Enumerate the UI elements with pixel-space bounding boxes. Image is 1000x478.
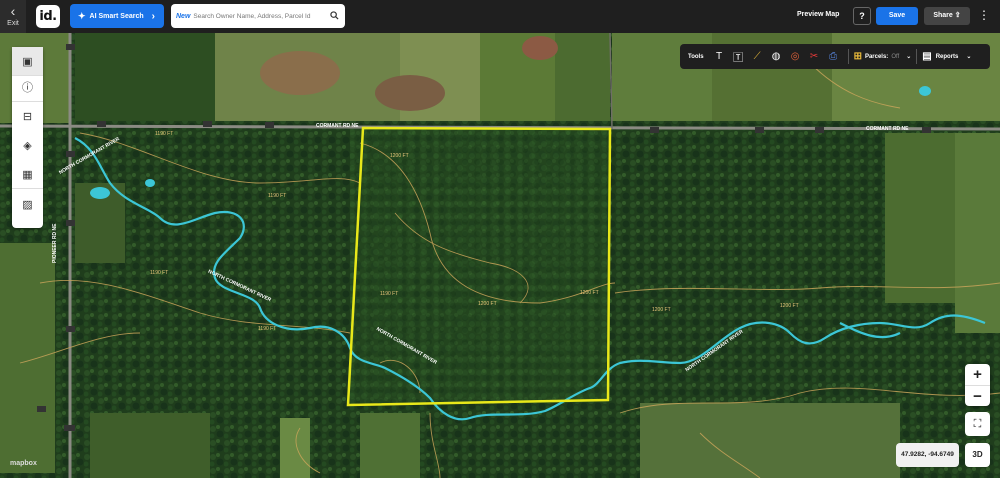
road-label: CORMANT RD NE: [866, 126, 909, 132]
share-icon: ⇪: [954, 12, 961, 19]
3d-toggle-button[interactable]: 3D: [965, 443, 990, 467]
parcels-state: Off: [891, 53, 900, 60]
chevron-down-icon: ⌄: [966, 54, 972, 60]
globe-icon[interactable]: ◍: [767, 51, 786, 62]
app-logo[interactable]: id.: [36, 5, 60, 28]
tools-bar: Tools T 🅃 ⟋ ◍ ◎ ✂ ⎙ ⊞ Parcels: Off ⌄ ▤ R…: [680, 44, 990, 69]
contour-label: 1190 FT: [150, 270, 169, 276]
contour-label: 1200 FT: [580, 290, 599, 296]
preview-map-button[interactable]: Preview Map: [797, 11, 839, 18]
buildings-icon[interactable]: ▦: [12, 160, 43, 188]
exit-button[interactable]: ‹ Exit: [0, 0, 26, 33]
document-icon: ▤: [922, 51, 932, 62]
save-button[interactable]: Save: [876, 7, 918, 25]
scissors-icon[interactable]: ✂: [805, 51, 824, 62]
contour-label: 1200 FT: [780, 303, 799, 309]
reports-dropdown[interactable]: ▤ Reports ⌄: [922, 51, 971, 62]
parcels-label: Parcels:: [864, 53, 889, 60]
sparkle-icon: ✦: [78, 10, 86, 21]
chevron-down-icon: ⌄: [906, 54, 912, 60]
road-label: PIONEER RD NE: [52, 223, 58, 263]
contour-label: 1190 FT: [155, 131, 174, 137]
contour-label: 1190 FT: [258, 326, 277, 332]
stack-layers-icon[interactable]: ◈: [12, 131, 43, 159]
contour-label: 1200 FT: [478, 301, 497, 307]
map-canvas[interactable]: CORMANT RD NE CORMANT RD NE PIONEER RD N…: [0, 33, 1000, 478]
exit-label: Exit: [7, 20, 19, 27]
left-toolbar: ▣ ⓘ ⊟ ◈ ▦ ▨: [12, 47, 43, 228]
coordinates-display: 47.9282, -94.6749: [896, 443, 959, 467]
new-badge: New: [176, 12, 191, 20]
image-icon[interactable]: ▨: [12, 190, 43, 218]
parcels-icon: ⊞: [853, 51, 862, 62]
satellite-map: [0, 33, 1000, 478]
search-input[interactable]: Search Owner Name, Address, Parcel Id: [193, 13, 323, 20]
zoom-controls: + −: [965, 364, 990, 406]
zoom-in-button[interactable]: +: [965, 364, 990, 385]
divider: [847, 49, 849, 64]
mapbox-attribution[interactable]: mapbox: [10, 460, 37, 467]
text-tool-icon[interactable]: T: [710, 51, 729, 62]
chevron-left-icon: ‹: [10, 3, 16, 19]
toolbar-divider: [12, 188, 43, 189]
text-box-tool-icon[interactable]: 🅃: [729, 49, 748, 64]
print-icon[interactable]: ⎙: [824, 51, 843, 62]
ruler-icon[interactable]: ⟋: [748, 51, 767, 62]
info-icon[interactable]: ⓘ: [12, 73, 43, 101]
contour-label: 1190 FT: [380, 291, 399, 297]
ai-smart-search-button[interactable]: ✦ AI Smart Search ›: [70, 4, 164, 28]
parcels-toggle[interactable]: ⊞ Parcels: Off ⌄: [854, 51, 912, 62]
share-button[interactable]: Share ⇪: [924, 7, 970, 25]
locate-icon[interactable]: ⛶: [965, 412, 990, 436]
layers-panel-icon[interactable]: ▣: [12, 47, 43, 75]
contour-label: 1200 FT: [390, 153, 409, 159]
road-label: CORMANT RD NE: [316, 123, 359, 129]
search-icon[interactable]: [323, 10, 345, 22]
divider: [916, 49, 918, 64]
search-field[interactable]: New Search Owner Name, Address, Parcel I…: [171, 4, 345, 28]
share-label: Share: [933, 12, 953, 19]
contour-label: 1190 FT: [268, 193, 287, 199]
more-menu-icon[interactable]: ⋮: [978, 8, 990, 22]
help-button[interactable]: ?: [853, 7, 871, 25]
contour-label: 1200 FT: [652, 307, 671, 313]
target-icon[interactable]: ◎: [786, 51, 805, 62]
zoom-out-button[interactable]: −: [965, 386, 990, 407]
reports-label: Reports: [935, 53, 959, 60]
tools-label: Tools: [688, 53, 704, 60]
map-icon[interactable]: ⊟: [12, 102, 43, 130]
chevron-right-icon: ›: [151, 10, 155, 22]
top-bar: ‹ Exit id. ✦ AI Smart Search › New Searc…: [0, 0, 1000, 33]
ai-smart-search-label: AI Smart Search: [89, 12, 144, 20]
